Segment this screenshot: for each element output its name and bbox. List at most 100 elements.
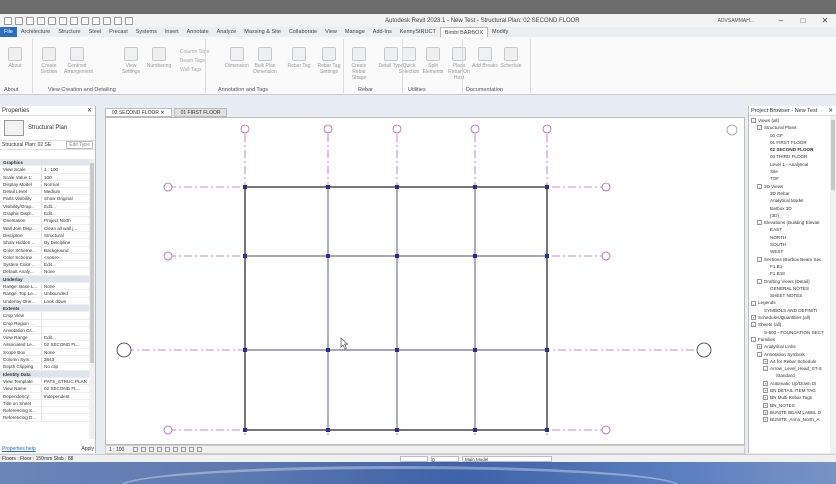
- property-value[interactable]: 1 : 100: [42, 166, 90, 172]
- shadows-icon[interactable]: [157, 447, 163, 452]
- property-value[interactable]: [42, 400, 90, 406]
- property-value[interactable]: Background: [42, 247, 90, 253]
- expand-icon[interactable]: -: [757, 183, 762, 189]
- undo-icon[interactable]: [48, 16, 56, 25]
- property-group[interactable]: Identity Data: [0, 370, 90, 378]
- tab-modify[interactable]: Modify: [488, 27, 512, 37]
- property-row[interactable]: System Color ... Edit...: [0, 261, 90, 269]
- browser-item[interactable]: 01 FIRST FLOOR: [749, 139, 836, 146]
- expand-icon[interactable]: -: [763, 366, 768, 372]
- browser-item[interactable]: - Legends: [749, 299, 836, 306]
- browser-item[interactable]: + Automatic Up/Down Di: [749, 380, 836, 387]
- instance-selector[interactable]: Structural Plan: 02 SE Edit Type: [0, 141, 95, 150]
- property-row[interactable]: Graphic Displ... Edit...: [0, 210, 90, 218]
- drawing-canvas[interactable]: [105, 117, 745, 445]
- expand-icon[interactable]: +: [763, 417, 768, 423]
- ribbon-btn-rebar-tag-settings[interactable]: Rebar Tag Settings: [316, 47, 342, 75]
- hide-icon[interactable]: [189, 447, 195, 452]
- property-row[interactable]: Referencing D...: [0, 414, 90, 422]
- property-value[interactable]: <none>: [42, 254, 90, 260]
- print-icon[interactable]: [70, 16, 78, 25]
- properties-help-link[interactable]: Properties help: [2, 446, 36, 452]
- property-value[interactable]: 3843: [42, 356, 90, 362]
- tab-manage[interactable]: Manage: [341, 27, 369, 37]
- property-value[interactable]: Edit...: [42, 334, 90, 340]
- property-value[interactable]: Project North: [42, 217, 90, 223]
- expand-icon[interactable]: +: [763, 380, 768, 386]
- ribbon-btn-create-section[interactable]: Create Section: [36, 47, 62, 75]
- property-value[interactable]: Edit...: [42, 210, 90, 216]
- tab-view[interactable]: View: [321, 27, 341, 37]
- view-scale[interactable]: 1 : 100: [109, 447, 124, 453]
- expand-icon[interactable]: +: [763, 402, 768, 408]
- tab-steel[interactable]: Steel: [85, 27, 106, 37]
- expand-icon[interactable]: +: [763, 410, 768, 416]
- property-row[interactable]: Scope Box None: [0, 348, 90, 357]
- expand-icon[interactable]: -: [751, 118, 756, 124]
- property-value[interactable]: Look down: [42, 298, 90, 304]
- tab-massing-site[interactable]: Massing & Site: [240, 27, 285, 37]
- property-row[interactable]: View Name 02 SECOND FL...: [0, 385, 90, 393]
- browser-item[interactable]: Standard: [749, 372, 836, 379]
- ribbon-btn-centroid-arrangement[interactable]: Centroid Arrangement: [64, 47, 93, 75]
- 3d-view-icon[interactable]: [114, 16, 122, 25]
- ribbon-btn-numbering[interactable]: Numbering: [146, 47, 172, 69]
- property-value[interactable]: Medium: [42, 188, 90, 194]
- open-icon[interactable]: [15, 16, 23, 25]
- browser-item[interactable]: + Schedules/Quantities (all): [749, 314, 836, 321]
- close-icon[interactable]: ✕: [814, 14, 836, 27]
- expand-icon[interactable]: -: [751, 300, 756, 306]
- browser-item[interactable]: - Arrow_Level_Head_ST-S: [749, 365, 836, 372]
- browser-item[interactable]: - Families: [749, 336, 836, 343]
- browser-item[interactable]: Analytical Model: [749, 197, 836, 204]
- property-value[interactable]: 100: [42, 174, 90, 180]
- browser-item[interactable]: 03 THIRD FLOOR: [749, 153, 836, 160]
- browser-item[interactable]: EAST: [749, 226, 836, 233]
- show-crop-icon[interactable]: [173, 447, 179, 452]
- tab-01-first-floor[interactable]: 01 FIRST FLOOR: [173, 108, 228, 117]
- property-value[interactable]: [42, 312, 90, 318]
- browser-item[interactable]: NORTH: [749, 234, 836, 241]
- ribbon-small-wall-tags[interactable]: Wall Tags: [180, 67, 201, 73]
- property-row[interactable]: Color Scheme... Background: [0, 246, 90, 254]
- tab-file[interactable]: File: [0, 27, 17, 37]
- property-row[interactable]: Default Analy... None: [0, 268, 90, 276]
- tab-architecture[interactable]: Architecture: [17, 27, 54, 37]
- tab-bimbi-barbox[interactable]: Bimbi BARBOX: [439, 26, 489, 38]
- ribbon-btn-bulk-plan-dimension[interactable]: Bulk Plan Dimension: [252, 47, 278, 75]
- property-row[interactable]: Depth Clipping No clip: [0, 363, 90, 371]
- browser-scrollbar[interactable]: [830, 116, 836, 453]
- property-row[interactable]: Underlay Orie... Look down: [0, 297, 90, 305]
- property-row[interactable]: View Range Edit...: [0, 334, 90, 342]
- property-row[interactable]: Discipline Structural: [0, 231, 90, 240]
- browser-item[interactable]: + BUNITE BEAM LABEL D: [749, 409, 836, 416]
- sun-path-icon[interactable]: [149, 447, 155, 452]
- property-value[interactable]: Unbounded: [42, 290, 90, 296]
- text-icon[interactable]: [103, 16, 111, 25]
- property-value[interactable]: 02 SECOND FL...: [42, 385, 90, 391]
- ribbon-btn-view-settings[interactable]: View Settings: [118, 47, 144, 75]
- tab-systems[interactable]: Systems: [132, 27, 161, 37]
- browser-item[interactable]: SHEET NOTES: [749, 292, 836, 299]
- property-row[interactable]: Annotation Cr...: [0, 326, 90, 335]
- ribbon-btn-split-elements[interactable]: Split Elements: [420, 47, 446, 75]
- property-value[interactable]: [42, 407, 90, 413]
- property-value[interactable]: Edit...: [42, 261, 90, 267]
- property-value[interactable]: Show Original: [42, 195, 90, 201]
- browser-item[interactable]: + Analytical Links: [749, 343, 836, 350]
- expand-icon[interactable]: +: [763, 395, 768, 401]
- property-value[interactable]: [42, 320, 90, 326]
- browser-item[interactable]: Barbox 3D: [749, 205, 836, 212]
- property-row[interactable]: Range: Base L... None: [0, 283, 90, 291]
- property-row[interactable]: Parts Visibility Show Original: [0, 195, 90, 203]
- expand-icon[interactable]: +: [751, 315, 756, 321]
- tab-add-ins[interactable]: Add-Ins: [369, 27, 396, 37]
- property-row[interactable]: Crop Region ...: [0, 319, 90, 327]
- property-value[interactable]: None: [42, 268, 90, 274]
- tab-insert[interactable]: Insert: [161, 27, 183, 37]
- expand-icon[interactable]: -: [757, 256, 762, 262]
- expand-icon[interactable]: -: [757, 125, 762, 131]
- ribbon-btn-dimension[interactable]: Dimension: [224, 47, 250, 69]
- browser-item[interactable]: TOF: [749, 175, 836, 182]
- expand-icon[interactable]: +: [757, 344, 762, 350]
